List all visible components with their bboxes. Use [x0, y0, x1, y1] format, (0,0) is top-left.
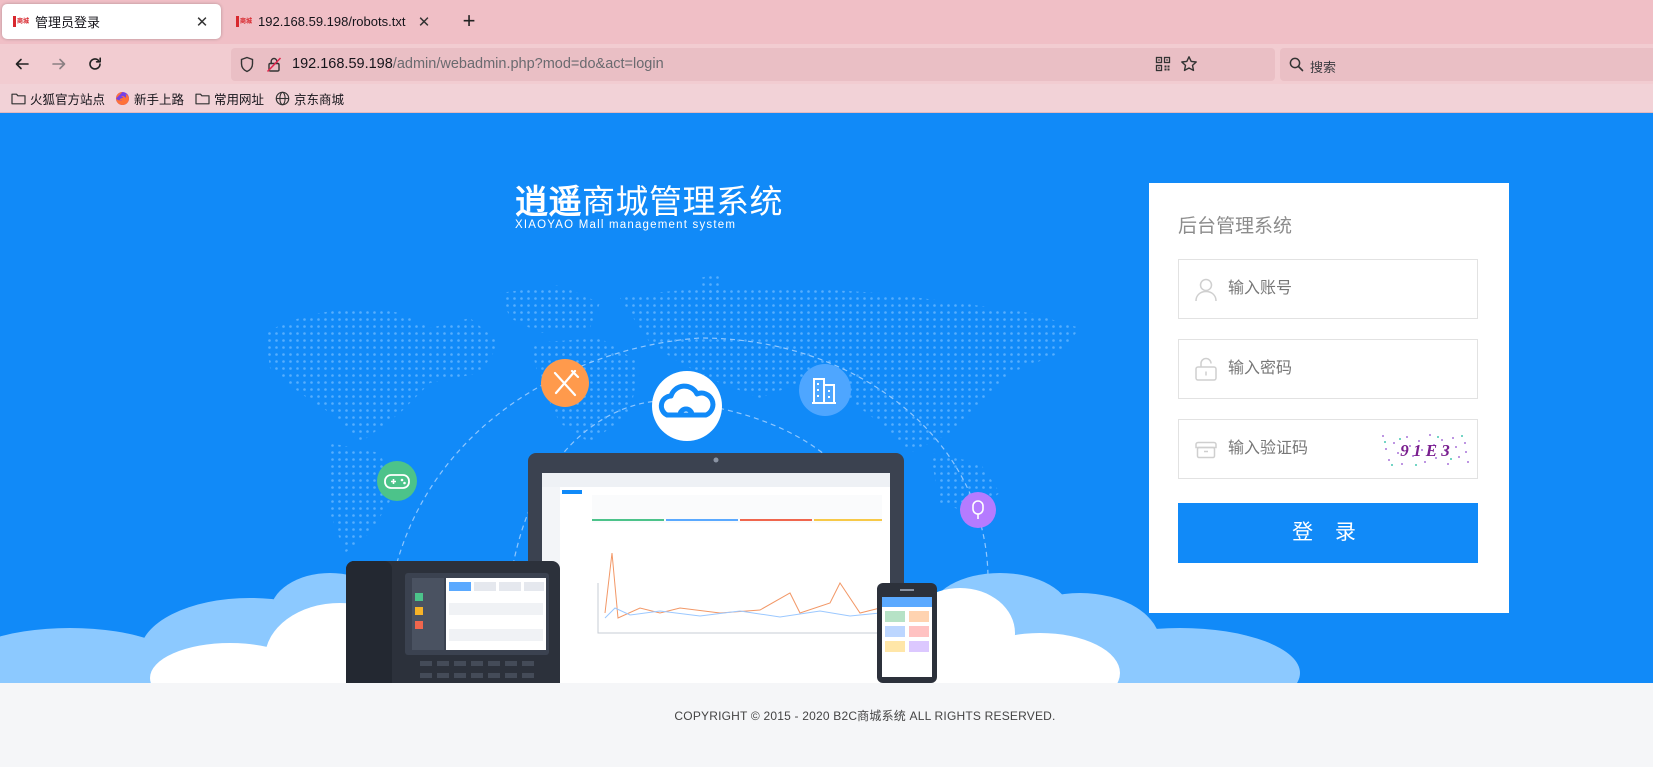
tab-robots-txt[interactable]: 商城 192.168.59.198/robots.txt ✕	[225, 4, 443, 39]
username-field	[1178, 259, 1478, 319]
site-favicon-icon: 商城	[12, 16, 30, 28]
brand-title-rest: 商城管理系统	[582, 183, 783, 220]
brand-title-bold: 逍遥	[515, 183, 582, 220]
game-controller-icon	[377, 461, 417, 501]
captcha-input[interactable]	[1228, 420, 1368, 478]
copyright-text: COPYRIGHT © 2015 - 2020 B2C商城系统 ALL RIGH…	[674, 709, 1056, 723]
brand-title: 逍遥商城管理系统	[515, 183, 783, 220]
voice-assistant-icon	[960, 492, 996, 528]
shield-check-icon	[1193, 436, 1219, 465]
login-panel: 后台管理系统 输入账号 输入验证码 9 1 E 3 登 录	[1149, 183, 1509, 613]
back-arrow-icon[interactable]	[8, 50, 36, 78]
padlock-icon	[1193, 356, 1219, 385]
login-hero: 逍遥商城管理系统 XIAOYAO Mall management system …	[0, 113, 1653, 683]
smartphone-illustration	[877, 583, 937, 683]
forward-arrow-icon[interactable]	[45, 50, 73, 78]
building-icon	[799, 364, 851, 416]
bookmark-label: 新手上路	[134, 92, 185, 107]
bookmark-star-icon[interactable]	[1180, 55, 1198, 76]
insecure-lock-icon[interactable]	[266, 56, 282, 76]
folder-icon	[11, 93, 26, 104]
globe-icon	[275, 91, 290, 105]
captcha-image[interactable]: 9 1 E 3	[1379, 430, 1471, 469]
laptop-illustration	[528, 453, 904, 683]
tab-title: 192.168.59.198/robots.txt	[258, 14, 406, 29]
tracking-protection-shield-icon[interactable]	[239, 56, 255, 76]
bookmark-common-sites[interactable]: 常用网址	[195, 89, 264, 107]
password-input[interactable]	[1228, 340, 1428, 398]
user-icon	[1193, 276, 1219, 305]
bookmark-jd-mall[interactable]: 京东商城	[275, 89, 344, 107]
brand-subtitle: XIAOYAO Mall management system	[515, 219, 737, 231]
bookmark-getting-started[interactable]: 新手上路	[115, 89, 184, 107]
login-title: 后台管理系统	[1178, 216, 1293, 237]
bookmark-label: 常用网址	[214, 92, 265, 107]
password-field	[1178, 339, 1478, 399]
bookmark-label: 京东商城	[294, 92, 345, 107]
close-tab-icon[interactable]: ✕	[415, 13, 433, 31]
desk-phone-illustration	[346, 561, 560, 683]
bookmark-label: 火狐官方站点	[30, 92, 106, 107]
bookmark-firefox-official[interactable]: 火狐官方站点	[11, 89, 105, 107]
captcha-text: 9 1 E 3	[1400, 441, 1450, 460]
search-bar[interactable]: 搜索	[1280, 48, 1653, 81]
folder-icon	[195, 93, 210, 104]
tab-bar: 商城 管理员登录 ✕ 商城 192.168.59.198/robots.txt …	[0, 0, 1653, 44]
brand-logo: 逍遥商城管理系统 XIAOYAO Mall management system	[515, 183, 783, 232]
dining-utensils-icon	[541, 359, 589, 407]
firefox-icon	[116, 91, 129, 105]
close-tab-icon[interactable]: ✕	[193, 13, 211, 31]
cloud-service-icon	[652, 371, 722, 441]
search-icon	[1289, 57, 1304, 75]
captcha-field: 9 1 E 3	[1178, 419, 1478, 479]
page-footer: COPYRIGHT © 2015 - 2020 B2C商城系统 ALL RIGH…	[0, 683, 1653, 767]
url-text[interactable]: 192.168.59.198/admin/webadmin.php?mod=do…	[292, 56, 664, 72]
login-button[interactable]: 登 录	[1178, 503, 1478, 563]
address-bar[interactable]: 192.168.59.198/admin/webadmin.php?mod=do…	[231, 48, 1275, 81]
search-placeholder: 搜索	[1310, 60, 1337, 75]
qr-code-icon[interactable]	[1155, 56, 1171, 75]
reload-icon[interactable]	[81, 50, 109, 78]
new-tab-plus-icon[interactable]: +	[456, 8, 482, 36]
tab-title: 管理员登录	[35, 15, 101, 30]
navigation-toolbar: 192.168.59.198/admin/webadmin.php?mod=do…	[0, 44, 1653, 84]
site-favicon-icon: 商城	[235, 16, 253, 28]
username-input[interactable]	[1228, 260, 1428, 318]
tab-admin-login[interactable]: 商城 管理员登录 ✕	[2, 4, 221, 39]
bookmarks-toolbar: 火狐官方站点 新手上路 常用网址 京东商城	[0, 84, 1653, 113]
